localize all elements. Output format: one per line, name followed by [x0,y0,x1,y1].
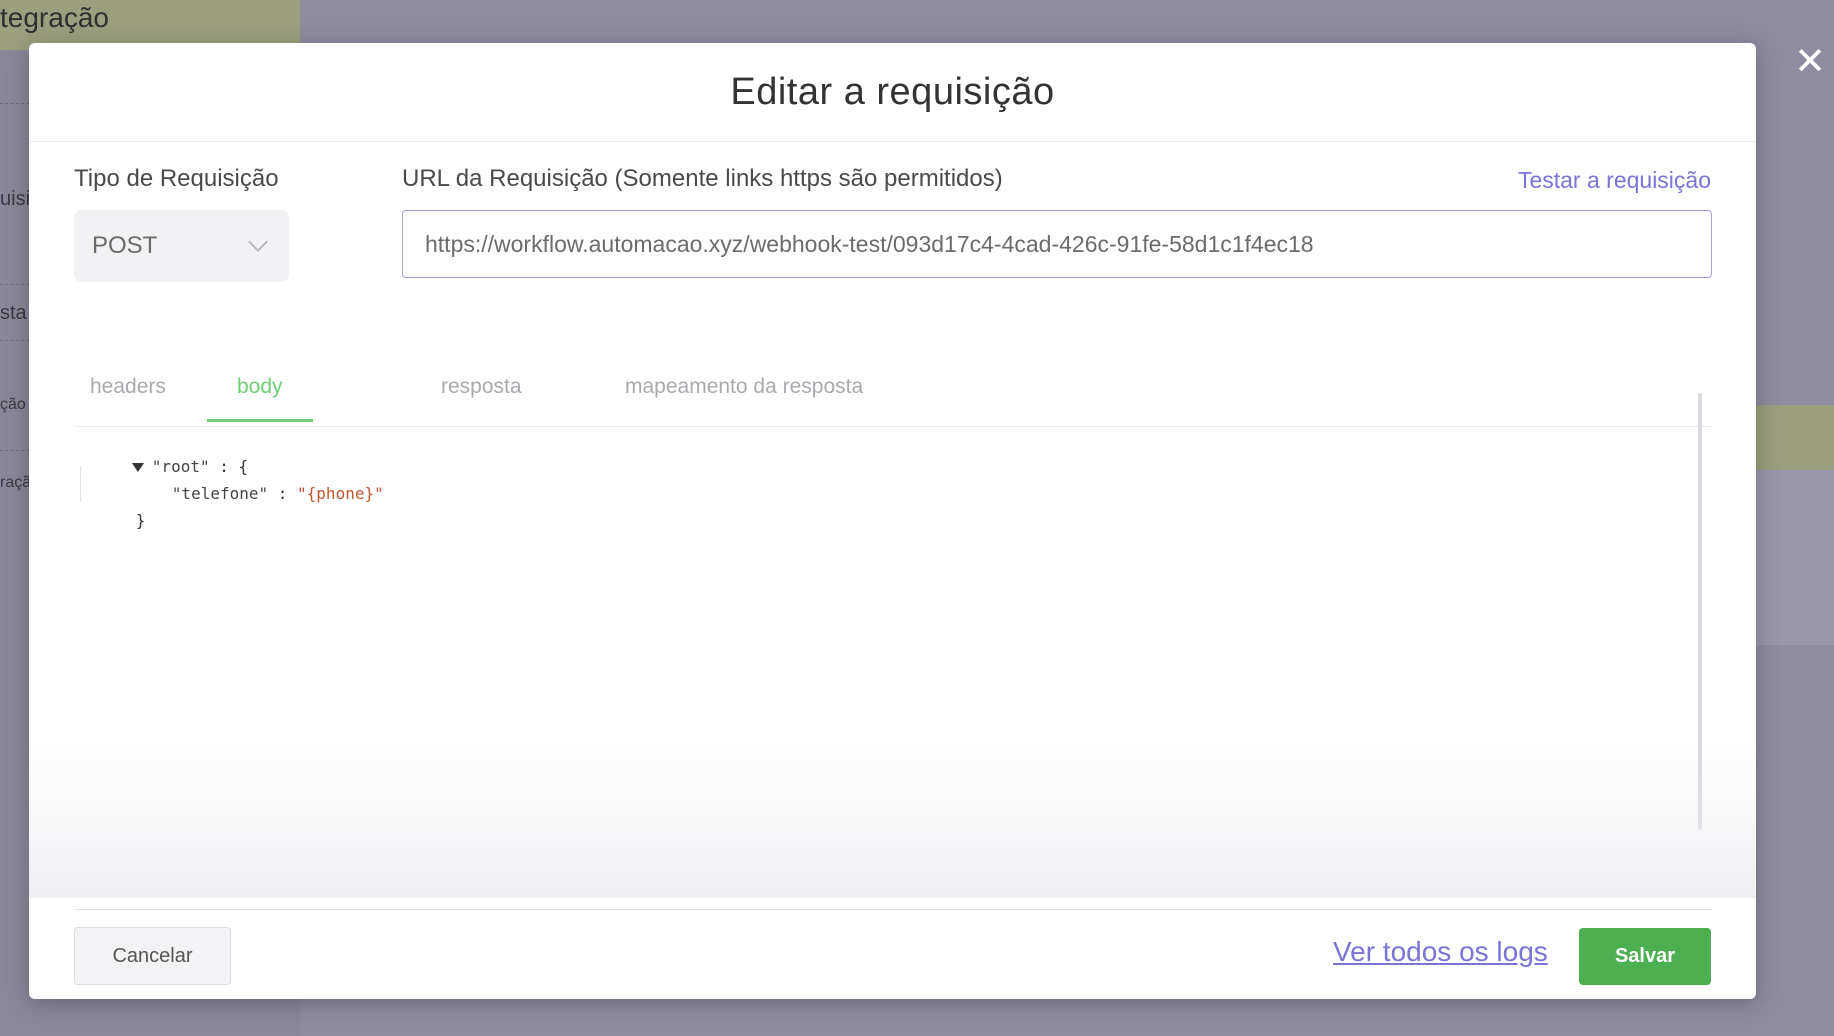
background-fragment: sta [0,302,27,324]
background-highlight-row [1754,405,1834,470]
cancel-button[interactable]: Cancelar [74,927,231,985]
footer-divider [74,909,1712,910]
json-close-brace: } [135,511,146,530]
request-tabs: headers body resposta mapeamento da resp… [74,359,1712,427]
edit-request-modal: Editar a requisição Tipo de Requisição U… [29,43,1756,999]
tab-headers[interactable]: headers [90,375,166,419]
request-type-value: POST [92,232,158,259]
request-url-label: URL da Requisição (Somente links https s… [402,165,1003,192]
json-separator: : [268,484,298,503]
request-url-input[interactable] [402,210,1712,278]
json-child-key: "telefone" [171,484,269,503]
tab-body[interactable]: body [207,375,313,422]
background-divider [0,340,30,341]
background-fragment: raçã [0,474,32,491]
modal-header: Editar a requisição [29,43,1756,142]
tab-resposta[interactable]: resposta [441,375,522,419]
modal-title: Editar a requisição [730,70,1055,113]
background-tab-label: tegração [0,2,109,33]
chevron-down-icon [248,232,268,252]
request-type-label: Tipo de Requisição [74,165,279,192]
background-divider [0,103,30,104]
background-divider [0,450,30,451]
view-all-logs-link[interactable]: Ver todos os logs [1333,936,1548,968]
tab-mapeamento-resposta[interactable]: mapeamento da resposta [625,375,863,419]
save-button[interactable]: Salvar [1579,928,1711,985]
test-request-link[interactable]: Testar a requisição [1518,167,1711,194]
json-child-line: "telefone" : "{phone}" [114,465,384,522]
background-divider [0,284,30,285]
json-child-value[interactable]: "{phone}" [297,484,384,503]
background-fragment: uisi [0,188,31,210]
json-close-line: } [78,492,146,549]
bottom-fade [29,743,1756,898]
close-icon[interactable]: ✕ [1792,43,1828,81]
request-type-select[interactable]: POST [74,210,289,282]
background-fragment: ção [0,396,26,413]
background-panel [1754,470,1834,645]
